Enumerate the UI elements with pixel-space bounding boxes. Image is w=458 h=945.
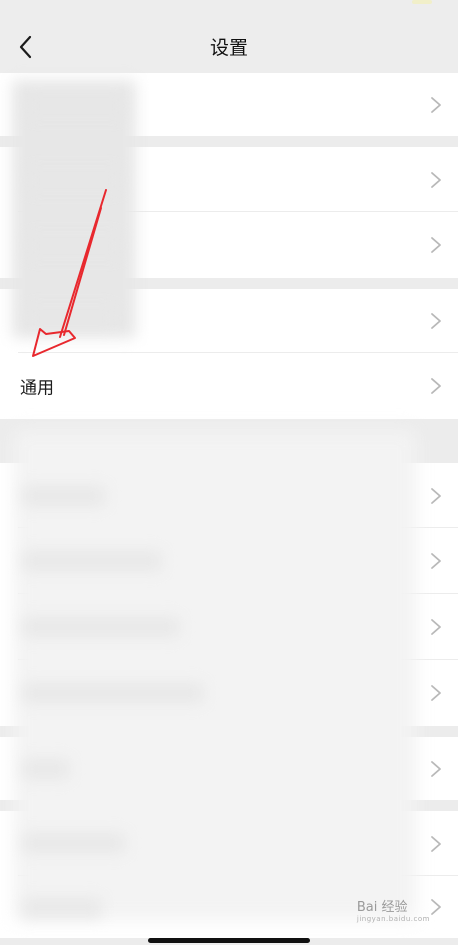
blurred-text bbox=[26, 170, 122, 190]
blurred-text bbox=[22, 897, 102, 919]
blurred-text bbox=[22, 832, 126, 854]
chevron-right-icon bbox=[431, 835, 441, 852]
watermark-subtext: jingyan.baidu.com bbox=[356, 915, 430, 923]
blurred-text bbox=[26, 96, 126, 116]
chevron-right-icon bbox=[431, 237, 441, 253]
status-indicator bbox=[412, 0, 432, 4]
chevron-right-icon bbox=[431, 313, 441, 329]
page-title: 设置 bbox=[209, 37, 248, 59]
blurred-text bbox=[26, 308, 116, 328]
blurred-text bbox=[22, 550, 162, 572]
navigation-bar: 设置 bbox=[0, 0, 458, 74]
chevron-right-icon bbox=[431, 378, 441, 394]
redaction-blur-top bbox=[12, 80, 136, 338]
watermark-text: Bai 经验 bbox=[356, 900, 408, 915]
blurred-text bbox=[22, 485, 106, 507]
chevron-right-icon bbox=[431, 685, 441, 701]
blurred-text bbox=[22, 758, 70, 780]
general-label: 通用 bbox=[20, 378, 54, 399]
settings-row-general[interactable]: 通用 bbox=[0, 353, 458, 419]
chevron-right-icon bbox=[431, 553, 441, 569]
watermark: Bai 经验 jingyan.baidu.com bbox=[357, 896, 430, 923]
blurred-text bbox=[26, 236, 122, 256]
home-indicator bbox=[148, 938, 310, 943]
chevron-right-icon bbox=[431, 760, 441, 777]
chevron-right-icon bbox=[431, 899, 441, 915]
blurred-text bbox=[22, 616, 180, 638]
blurred-text bbox=[22, 682, 204, 704]
chevron-right-icon bbox=[431, 96, 441, 113]
chevron-right-icon bbox=[431, 619, 441, 635]
chevron-right-icon bbox=[431, 487, 441, 504]
chevron-right-icon bbox=[431, 171, 441, 188]
